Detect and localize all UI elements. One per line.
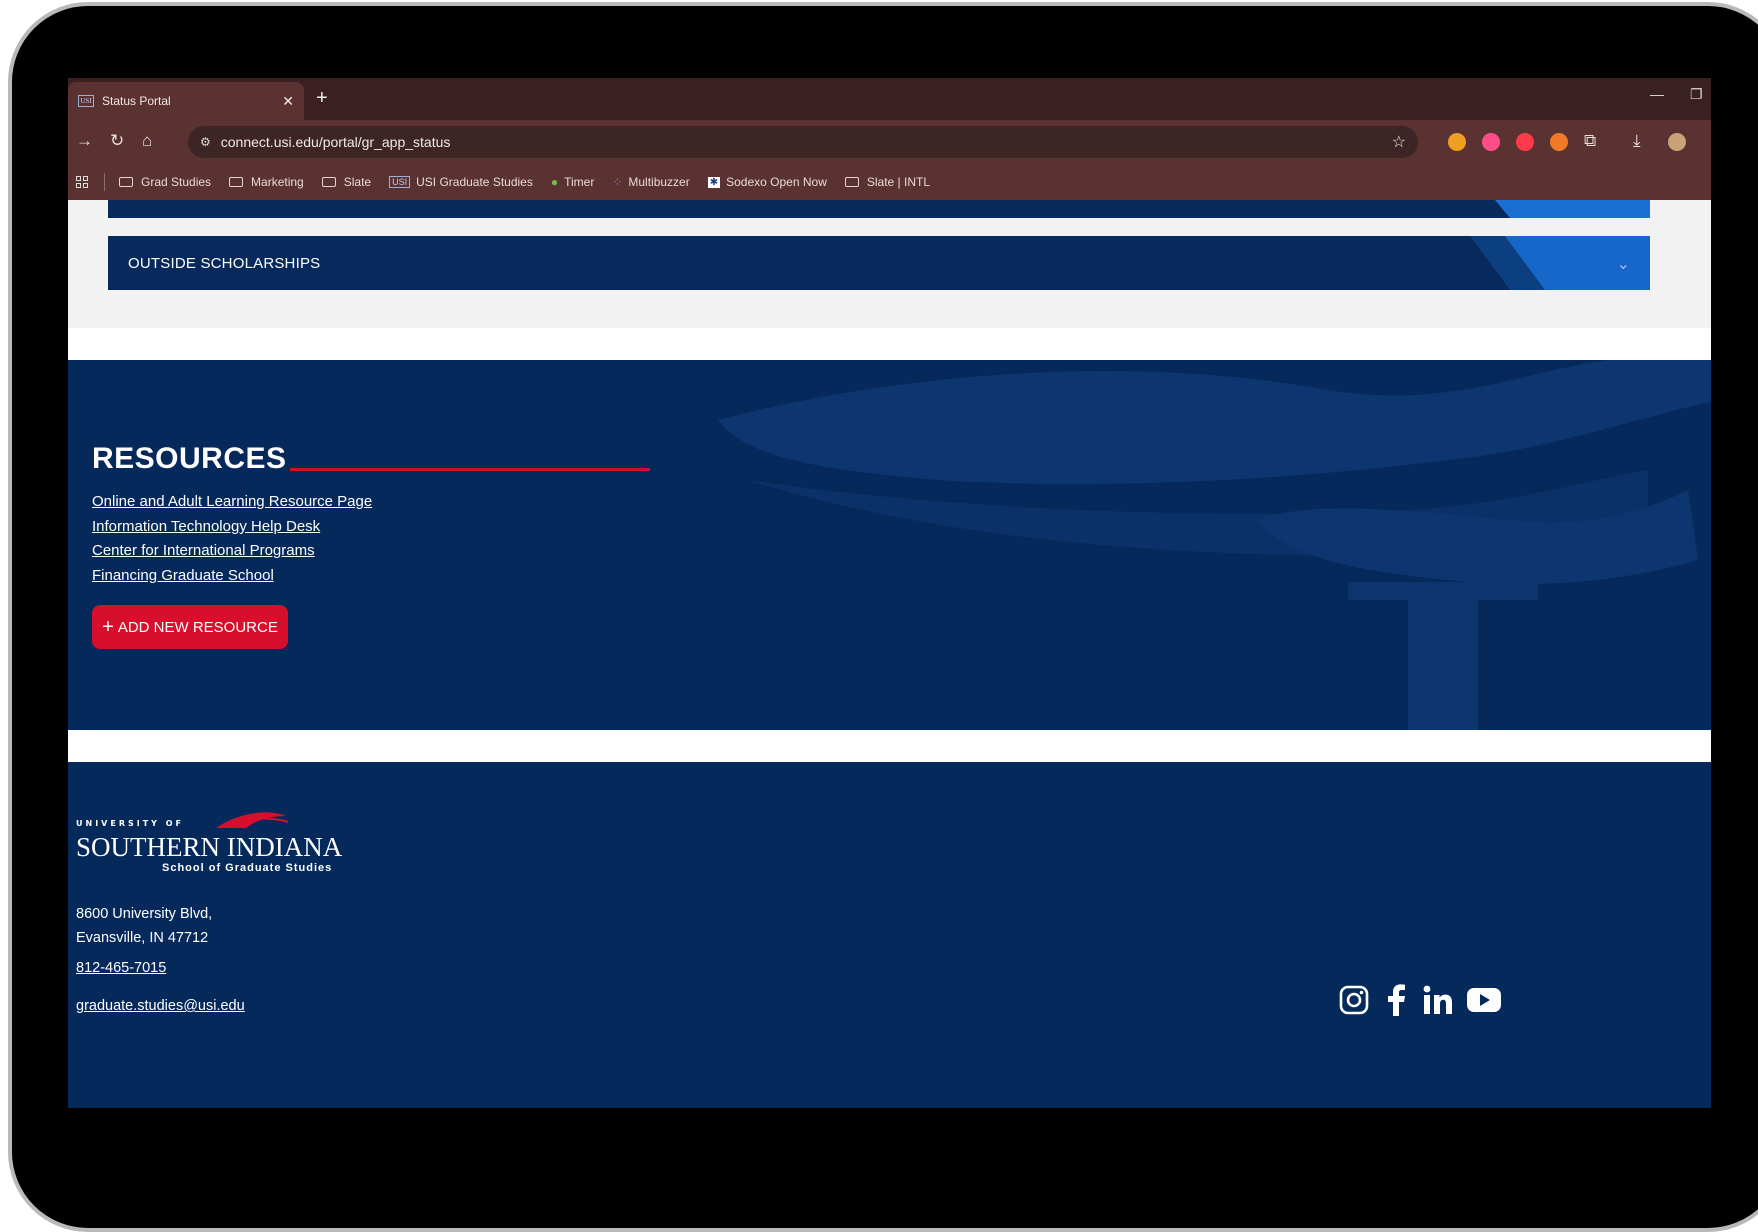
multibuzzer-icon: ⁘ (612, 175, 623, 189)
footer-phone-link[interactable]: 812-465-7015 (76, 960, 166, 976)
accordion-stripe (1495, 200, 1650, 218)
footer-email-link[interactable]: graduate.studies@usi.edu (76, 998, 245, 1014)
folder-icon (321, 177, 336, 187)
browser-toolbar: → ↻ ⌂ ⚙ connect.usi.edu/portal/gr_app_st… (68, 120, 1711, 164)
address-bar[interactable]: ⚙ connect.usi.edu/portal/gr_app_status ☆ (188, 126, 1418, 158)
forward-icon[interactable]: → (76, 131, 93, 151)
folder-icon (119, 177, 133, 187)
bookmark-marketing[interactable]: Marketing (229, 175, 304, 189)
home-icon[interactable]: ⌂ (142, 131, 152, 151)
timer-icon: ● (550, 175, 559, 189)
accordion-previous-bottom (108, 200, 1650, 218)
profile-avatar[interactable] (1668, 133, 1686, 151)
extensions-puzzle-icon[interactable]: ⧉ (1584, 131, 1596, 151)
bookmark-label: Sodexo Open Now (726, 175, 827, 189)
youtube-icon[interactable] (1466, 984, 1502, 1016)
download-icon[interactable]: ⤓ (1633, 131, 1641, 151)
minimize-icon[interactable]: — (1650, 86, 1664, 102)
extension-1-icon[interactable] (1448, 133, 1466, 151)
reload-icon[interactable]: ↻ (110, 131, 124, 151)
accordion-title: OUTSIDE SCHOLARSHIPS (128, 254, 321, 272)
address-line-1: 8600 University Blvd, (76, 906, 213, 922)
link-it-help-desk[interactable]: Information Technology Help Desk (92, 515, 372, 540)
bookmark-label: Slate | INTL (866, 175, 930, 189)
usi-favicon-icon: USI (78, 95, 94, 107)
bookmark-usi-graduate-studies[interactable]: USI USI Graduate Studies (389, 175, 533, 189)
heading-underline (290, 468, 650, 471)
bookmark-label: Timer (564, 175, 595, 189)
bookmark-label: Marketing (251, 175, 304, 189)
add-new-resource-label: ADD NEW RESOURCE (117, 618, 278, 636)
browser-window: USI Status Portal ✕ + — ❐ → ↻ ⌂ ⚙ connec… (68, 78, 1711, 1108)
bookmark-label: Grad Studies (141, 175, 212, 189)
logo-main-text: SOUTHERN INDIANA (76, 832, 343, 862)
extension-2-icon[interactable] (1482, 133, 1500, 151)
plus-icon: + (102, 615, 114, 638)
logo-top-text: UNIVERSITY OF (76, 819, 184, 828)
site-info-icon[interactable]: ⚙ (200, 135, 211, 149)
close-tab-icon[interactable]: ✕ (282, 93, 294, 110)
sodexo-icon: ✱ (707, 176, 721, 188)
apps-grid-icon[interactable] (76, 176, 88, 188)
usi-logo: UNIVERSITY OF SOUTHERN INDIANA (76, 812, 343, 862)
footer-address: 8600 University Blvd, Evansville, IN 477… (76, 902, 212, 950)
facebook-icon[interactable] (1384, 984, 1408, 1016)
usi-icon: USI (389, 176, 411, 188)
resources-heading: RESOURCES (92, 442, 287, 475)
bookmark-label: USI Graduate Studies (416, 175, 533, 189)
page-footer: UNIVERSITY OF SOUTHERN INDIANA School of… (68, 762, 1711, 1108)
address-line-2: Evansville, IN 47712 (76, 930, 209, 946)
tab-status-portal[interactable]: USI Status Portal ✕ (68, 82, 304, 120)
accordion-section: OUTSIDE SCHOLARSHIPS ⌄ (68, 200, 1711, 328)
bookmark-sodexo-open-now[interactable]: ✱ Sodexo Open Now (707, 175, 827, 189)
restore-icon[interactable]: ❐ (1690, 86, 1703, 103)
resources-section: RESOURCES Online and Adult Learning Reso… (68, 360, 1711, 730)
folder-icon (844, 177, 859, 187)
bookmark-slate[interactable]: Slate (321, 175, 372, 189)
link-financing-graduate-school[interactable]: Financing Graduate School (92, 564, 372, 589)
bookmark-timer[interactable]: ● Timer (551, 175, 594, 189)
page-content: OUTSIDE SCHOLARSHIPS ⌄ RESOURCES Online … (68, 200, 1711, 1108)
instagram-icon[interactable] (1338, 984, 1370, 1016)
chevron-down-icon[interactable]: ⌄ (1617, 254, 1630, 274)
resources-link-list: Online and Adult Learning Resource Page … (92, 490, 372, 588)
bookmark-star-icon[interactable]: ☆ (1392, 132, 1406, 152)
link-international-programs[interactable]: Center for International Programs (92, 539, 372, 564)
bookmarks-separator (104, 173, 105, 191)
bookmark-grad-studies[interactable]: Grad Studies (119, 175, 211, 189)
add-new-resource-button[interactable]: + ADD NEW RESOURCE (92, 605, 288, 649)
extension-4-icon[interactable] (1550, 133, 1568, 151)
bookmark-label: Slate (343, 175, 372, 189)
bookmarks-bar: Grad Studies Marketing Slate USI USI Grad… (68, 164, 1711, 200)
bookmark-slate-intl[interactable]: Slate | INTL (844, 175, 930, 189)
link-online-adult-learning[interactable]: Online and Adult Learning Resource Page (92, 490, 372, 515)
url-text: connect.usi.edu/portal/gr_app_status (220, 134, 451, 150)
torch-watermark (718, 360, 1711, 730)
linkedin-icon[interactable] (1422, 984, 1454, 1016)
tab-title: Status Portal (102, 94, 171, 108)
bookmark-label: Multibuzzer (628, 175, 690, 189)
bookmark-multibuzzer[interactable]: ⁘ Multibuzzer (612, 175, 689, 189)
new-tab-button[interactable]: + (316, 87, 328, 110)
accordion-outside-scholarships[interactable]: OUTSIDE SCHOLARSHIPS ⌄ (108, 236, 1650, 290)
tab-bar: USI Status Portal ✕ + — ❐ (68, 78, 1711, 120)
logo-subtitle: School of Graduate Studies (162, 862, 333, 874)
folder-icon (229, 177, 244, 187)
extension-3-icon[interactable] (1516, 133, 1534, 151)
